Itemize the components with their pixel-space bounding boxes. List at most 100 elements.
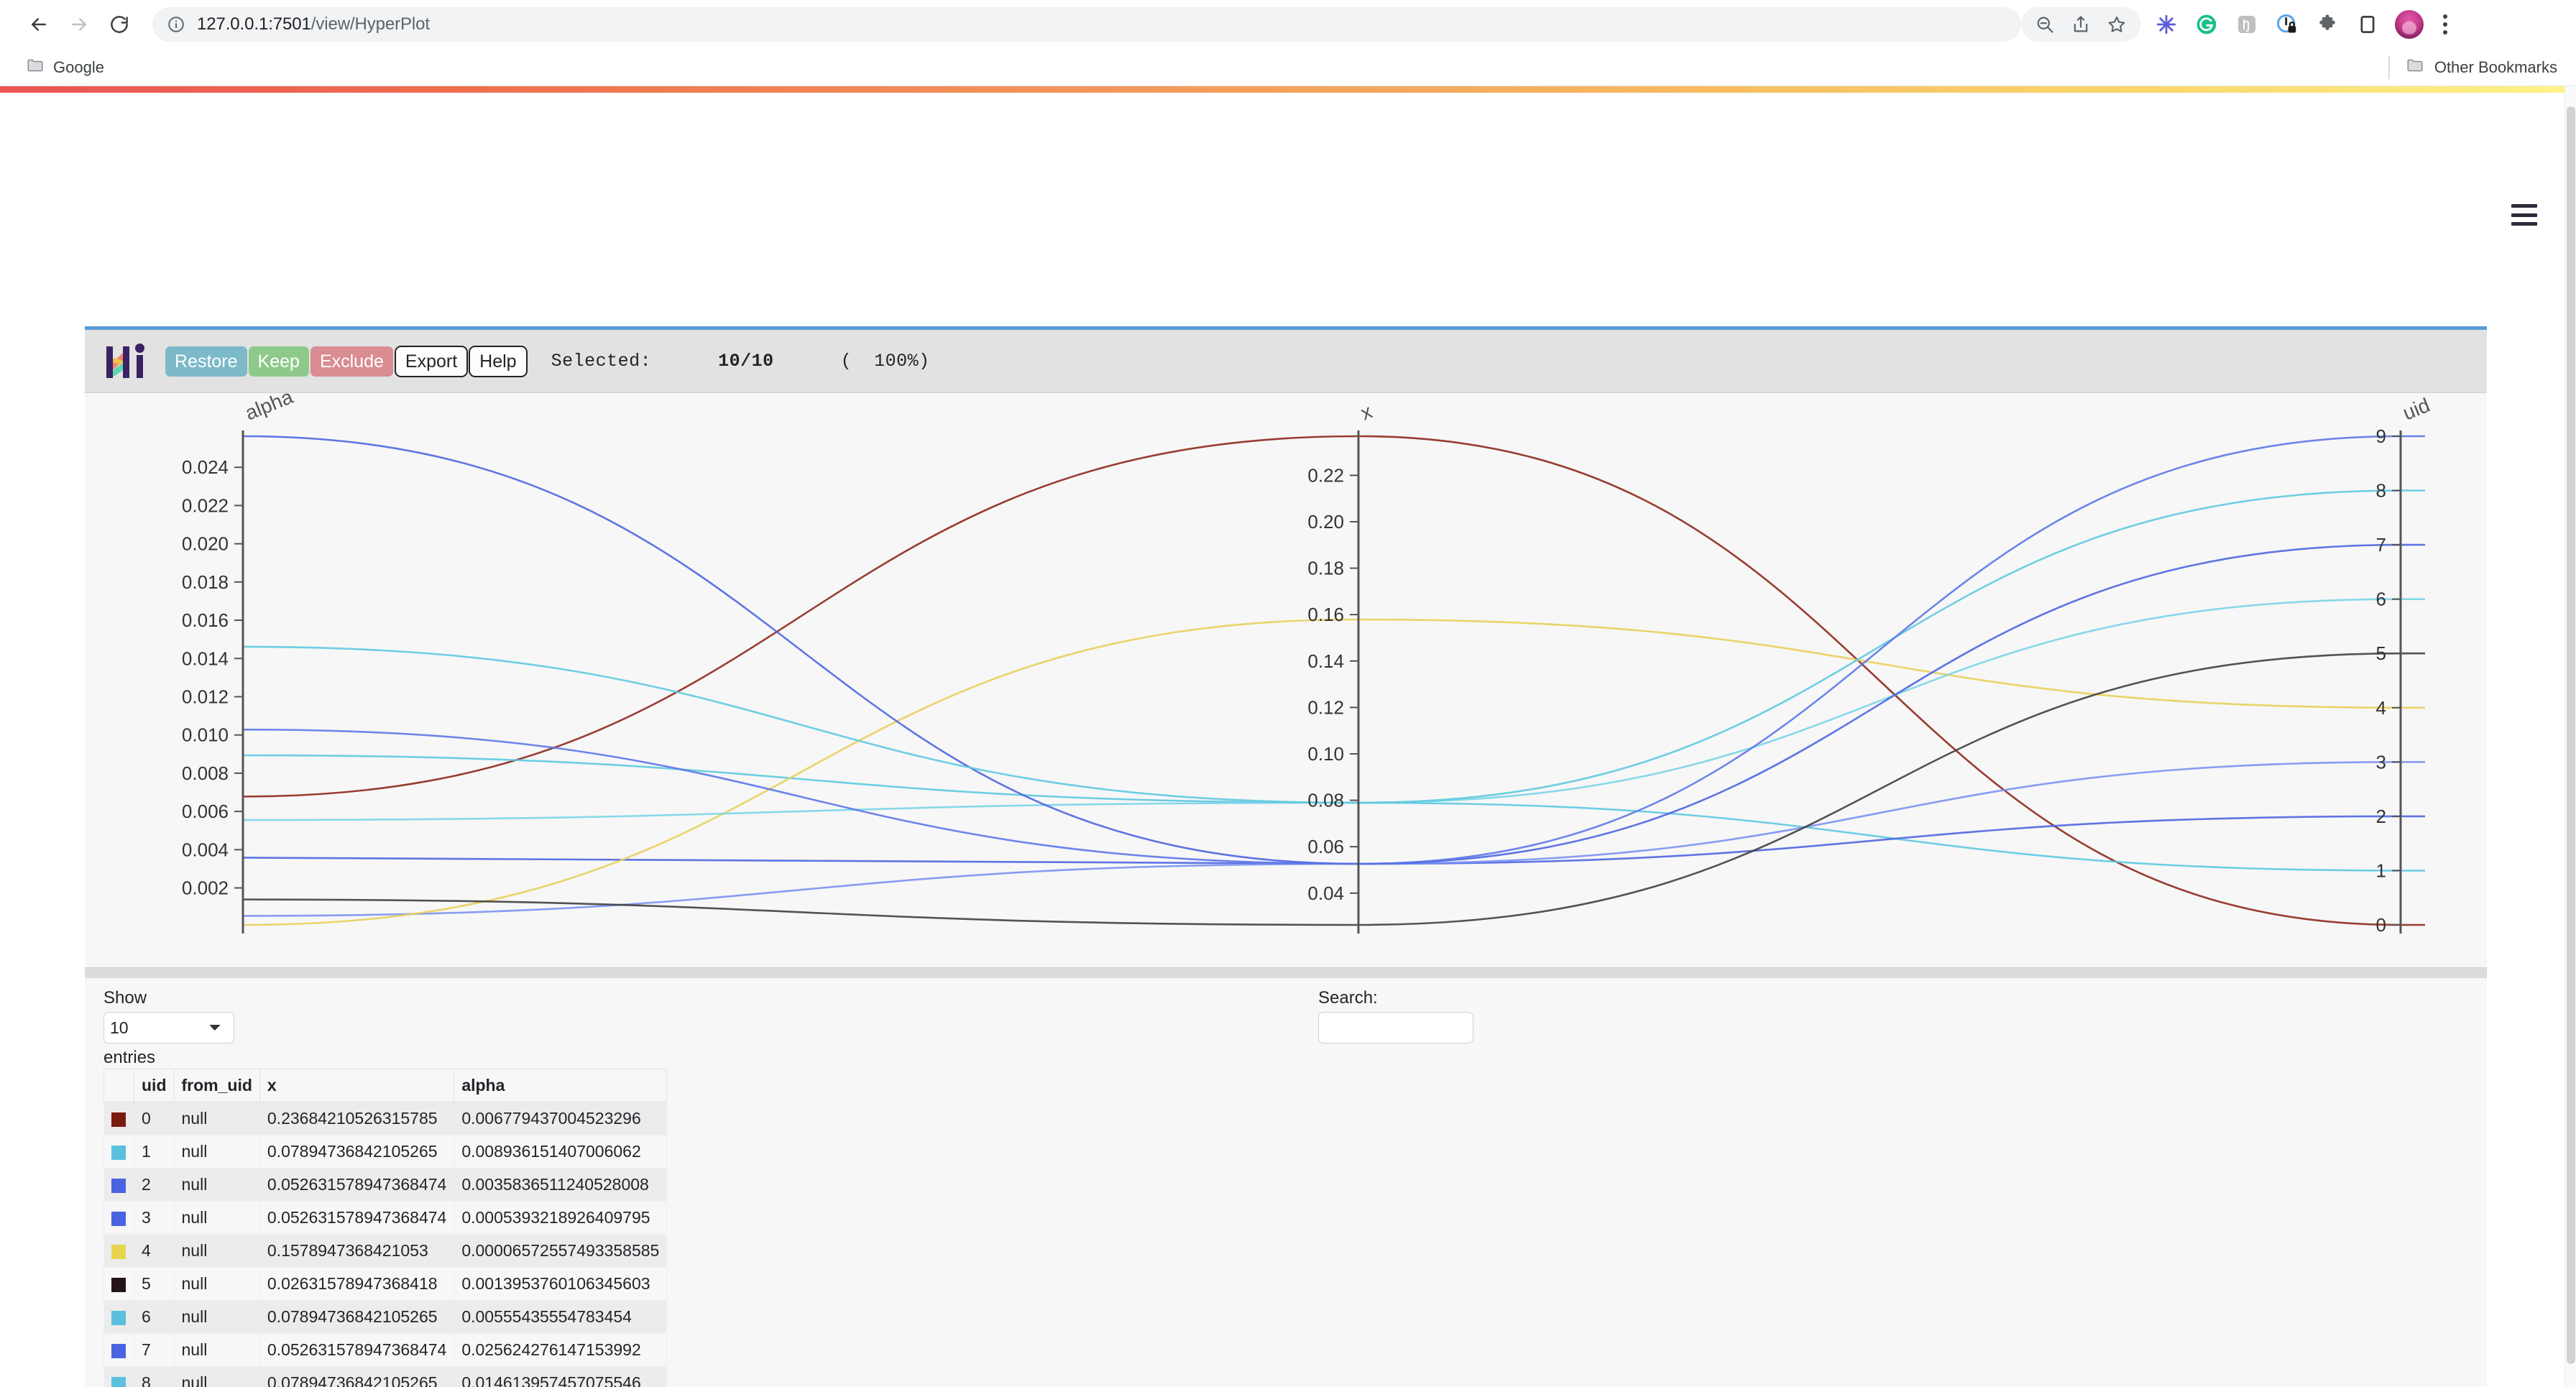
search-input[interactable] (1318, 1012, 1473, 1043)
zoom-out-icon[interactable] (2027, 7, 2063, 42)
axis-tick-label: 5 (2376, 642, 2386, 664)
axis-label-uid[interactable]: uid (2400, 394, 2433, 425)
forward-arrow-icon[interactable] (59, 4, 99, 45)
search-label: Search: (1318, 988, 1473, 1008)
row-color-swatch (111, 1212, 126, 1226)
row-from-uid-cell: null (174, 1202, 259, 1235)
row-uid-cell: 7 (134, 1334, 175, 1367)
row-color-swatch (111, 1278, 126, 1292)
row-alpha-cell: 0.00555435554783454 (454, 1301, 667, 1334)
axis-tick-label: 0.16 (1307, 604, 1344, 625)
parallel-coordinates-plot[interactable]: alpha0.0020.0040.0060.0080.0100.0120.014… (85, 393, 2487, 968)
puzzle-extensions-icon[interactable] (2309, 6, 2346, 43)
help-button[interactable]: Help (469, 346, 527, 377)
asterisk-extension-icon[interactable] (2148, 6, 2185, 43)
info-circle-icon[interactable] (167, 15, 185, 34)
share-icon[interactable] (2063, 7, 2099, 42)
row-from-uid-cell: null (174, 1135, 259, 1169)
row-x-cell: 0.02631578947368418 (259, 1268, 454, 1301)
column-header-alpha[interactable]: alpha (454, 1069, 667, 1102)
table-body: 0null0.236842105263157850.00677943700452… (104, 1102, 667, 1387)
axis-tick-label: 6 (2376, 589, 2386, 610)
data-table: uid from_uid x alpha 0null0.236842105263… (104, 1069, 667, 1387)
table-row[interactable]: 4null0.15789473684210530.000065725574933… (104, 1235, 667, 1268)
show-label: Show (104, 988, 334, 1008)
row-alpha-cell: 0.006779437004523296 (454, 1102, 667, 1135)
data-table-section: Show 102550100 entries Search: uid (85, 978, 2487, 1387)
browser-navigation-bar: 127.0.0.1:7501/view/HyperPlot (0, 0, 2576, 49)
scrollbar-thumb[interactable] (2567, 106, 2575, 1364)
sidebar-panel-icon[interactable] (2349, 6, 2386, 43)
column-header-swatch[interactable] (104, 1069, 134, 1102)
reload-icon[interactable] (99, 4, 139, 45)
axis-tick-label: 1 (2376, 860, 2386, 881)
bookmark-item-google[interactable]: Google (19, 53, 111, 82)
table-row[interactable]: 3null0.0526315789473684740.0005393218926… (104, 1202, 667, 1235)
table-row[interactable]: 2null0.0526315789473684740.0035836511240… (104, 1169, 667, 1202)
axis-tick-label: 0.002 (182, 877, 229, 899)
axis-tick-label: 0.22 (1307, 464, 1344, 486)
row-color-swatch (111, 1377, 126, 1387)
axis-tick-label: 0.012 (182, 686, 229, 707)
row-x-cell: 0.23684210526315785 (259, 1102, 454, 1135)
row-color-cell (104, 1268, 134, 1301)
other-bookmarks-button[interactable]: Other Bookmarks (2388, 56, 2557, 79)
axis-label-alpha[interactable]: alpha (242, 393, 297, 425)
other-bookmarks-label: Other Bookmarks (2434, 58, 2557, 77)
table-row[interactable]: 1null0.078947368421052650.00893615140700… (104, 1135, 667, 1169)
table-row[interactable]: 7null0.0526315789473684740.0256242761471… (104, 1334, 667, 1367)
axis-tick-label: 4 (2376, 697, 2386, 719)
avatar[interactable] (2395, 10, 2424, 39)
export-button[interactable]: Export (395, 346, 468, 377)
page-scrollbar[interactable] (2564, 86, 2576, 1387)
keep-button[interactable]: Keep (249, 346, 309, 377)
column-header-x[interactable]: x (259, 1069, 454, 1102)
address-bar-url: 127.0.0.1:7501/view/HyperPlot (197, 14, 430, 34)
address-bar[interactable]: 127.0.0.1:7501/view/HyperPlot (152, 7, 2021, 42)
axis-tick-label: 8 (2376, 480, 2386, 502)
plot-axes-group[interactable]: alpha0.0020.0040.0060.0080.0100.0120.014… (182, 393, 2433, 936)
restore-button[interactable]: Restore (165, 346, 247, 377)
axis-label-x[interactable]: x (1358, 400, 1376, 425)
row-color-swatch (111, 1112, 126, 1127)
row-alpha-cell: 0.00006572557493358585 (454, 1235, 667, 1268)
page-length-select[interactable]: 102550100 (104, 1012, 234, 1043)
axis-tick-label: 0.04 (1307, 883, 1344, 904)
honey-icon[interactable] (2228, 6, 2266, 43)
row-x-cell: 0.052631578947368474 (259, 1202, 454, 1235)
table-row[interactable]: 0null0.236842105263157850.00677943700452… (104, 1102, 667, 1135)
row-uid-cell: 2 (134, 1169, 175, 1202)
axis-tick-label: 0.020 (182, 533, 229, 555)
plot-horizontal-scrollbar[interactable] (85, 968, 2487, 978)
row-x-cell: 0.07894736842105265 (259, 1301, 454, 1334)
row-from-uid-cell: null (174, 1301, 259, 1334)
grammarly-icon[interactable] (2188, 6, 2225, 43)
row-alpha-cell: 0.025624276147153992 (454, 1334, 667, 1367)
row-alpha-cell: 0.0035836511240528008 (454, 1169, 667, 1202)
table-row[interactable]: 5null0.026315789473684180.00139537601063… (104, 1268, 667, 1301)
hiplot-logo (104, 339, 150, 384)
parallel-plot-canvas[interactable]: alpha0.0020.0040.0060.0080.0100.0120.014… (85, 393, 2487, 968)
axis-tick-label: 0.10 (1307, 743, 1344, 765)
back-arrow-icon[interactable] (19, 4, 59, 45)
row-uid-cell: 3 (134, 1202, 175, 1235)
star-icon[interactable] (2099, 7, 2135, 42)
table-row[interactable]: 8null0.078947368421052650.01461395745707… (104, 1367, 667, 1387)
table-row[interactable]: 6null0.078947368421052650.00555435554783… (104, 1301, 667, 1334)
row-uid-cell: 5 (134, 1268, 175, 1301)
row-from-uid-cell: null (174, 1367, 259, 1387)
column-header-from-uid[interactable]: from_uid (174, 1069, 259, 1102)
three-dot-menu-icon[interactable] (2429, 7, 2461, 42)
row-color-swatch (111, 1344, 126, 1358)
row-uid-cell: 0 (134, 1102, 175, 1135)
exclude-button[interactable]: Exclude (310, 346, 393, 377)
row-x-cell: 0.052631578947368474 (259, 1169, 454, 1202)
column-header-uid[interactable]: uid (134, 1069, 175, 1102)
hamburger-menu-icon[interactable] (2511, 204, 2537, 226)
privacy-badger-icon[interactable] (2268, 6, 2306, 43)
row-x-cell: 0.1578947368421053 (259, 1235, 454, 1268)
bookmark-label: Google (53, 58, 104, 77)
axis-tick-label: 0.018 (182, 571, 229, 593)
axis-tick-label: 0.006 (182, 801, 229, 822)
table-search-control: Search: (1318, 988, 1473, 1043)
